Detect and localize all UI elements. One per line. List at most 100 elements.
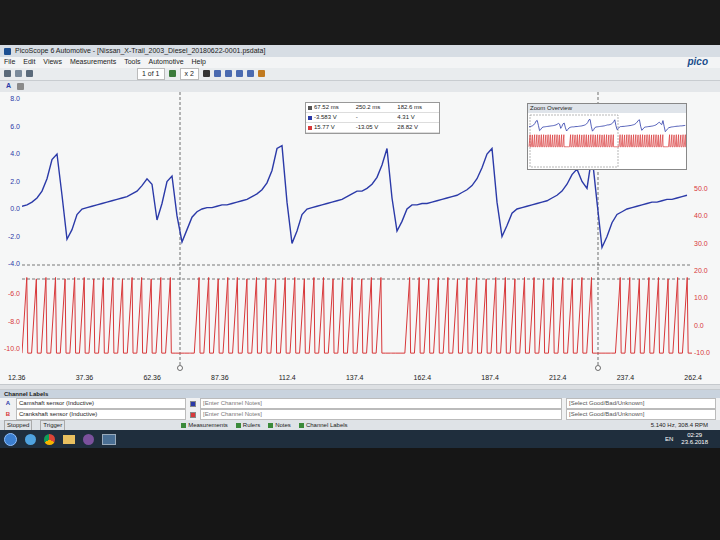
axis-label: -6.0 (8, 290, 20, 298)
ruler-cell: 182.6 ms (397, 103, 437, 112)
menu-item[interactable]: Automotive (149, 57, 184, 68)
start-button-icon[interactable] (4, 433, 17, 446)
status-tab[interactable]: Measurements (181, 421, 228, 430)
ruler-cell: 15.77 V (314, 123, 354, 132)
clock[interactable]: 02:2923.6.2018 (681, 432, 708, 446)
menu-item[interactable]: Measurements (70, 57, 116, 68)
ruler-cell: 250.2 ms (356, 103, 396, 112)
menu-item[interactable]: Tools (124, 57, 140, 68)
ruler-row: 67.52 ms250.2 ms182.6 ms (306, 103, 439, 113)
monitor-bezel-top (0, 0, 720, 45)
toolbar-icon[interactable] (203, 70, 210, 77)
menu-item[interactable]: Views (43, 57, 62, 68)
axis-label: -2.0 (8, 233, 20, 241)
channel-color-swatch[interactable] (190, 412, 196, 418)
photo-frame: PicoScope 6 Automotive - [Nissan_X-Trail… (0, 0, 720, 540)
status-tab[interactable]: Channel Labels (299, 421, 348, 430)
zoom-overview-chart (528, 113, 686, 169)
clock-time: 02:29 (687, 432, 702, 439)
tab-check-icon (299, 423, 304, 428)
zoom-field[interactable]: x 2 (180, 68, 199, 81)
channel-notes-field[interactable]: [Enter Channel Notes] (200, 409, 562, 420)
ruler-readout[interactable]: 67.52 ms250.2 ms182.6 ms-3.583 V-4.31 V1… (305, 102, 440, 134)
tab-check-icon (236, 423, 241, 428)
ruler-color-marker (308, 126, 312, 130)
time-label: 112.4 (279, 373, 296, 384)
toolbar-icon[interactable] (26, 70, 33, 77)
right-axis: 50.040.030.020.010.00.0-10.0 (692, 92, 720, 372)
channel-label-row: B Crankshaft sensor (Inductive) [Enter Cha… (0, 409, 720, 420)
channel-rating-select[interactable]: [Select Good/Bad/Unknown] (566, 409, 716, 420)
channel-button[interactable]: A (4, 81, 13, 92)
zoom-overview[interactable]: Zoom Overview (527, 103, 687, 170)
window-title: PicoScope 6 Automotive - [Nissan_X-Trail… (15, 46, 265, 57)
clock-date: 23.6.2018 (681, 439, 708, 446)
language-indicator[interactable]: EN (665, 435, 673, 444)
axis-label: 2.0 (10, 178, 20, 186)
run-state[interactable]: Stopped (4, 420, 32, 431)
channel-name-field[interactable]: Crankshaft sensor (Inductive) (16, 409, 186, 420)
time-label: 62.36 (143, 373, 161, 384)
menu-item[interactable]: File (4, 57, 15, 68)
channel-toolbar: A (0, 81, 720, 92)
time-label: 87.36 (211, 373, 229, 384)
channel-notes-field[interactable]: [Enter Channel Notes] (200, 398, 562, 409)
status-bar: Stopped Trigger Measurements Rulers Notes Cha… (0, 420, 720, 430)
channel-label-row: A Camshaft sensor (Inductive) [Enter Chann… (0, 398, 720, 409)
folder-icon[interactable] (63, 435, 75, 444)
axis-label: 10.0 (694, 294, 708, 302)
status-tab[interactable]: Notes (268, 421, 291, 430)
time-label: 12.36 (8, 373, 26, 384)
axis-label: -8.0 (8, 318, 20, 326)
plot-area[interactable]: 67.52 ms250.2 ms182.6 ms-3.583 V-4.31 V1… (22, 92, 692, 372)
toolbar-icon[interactable] (17, 83, 24, 90)
axis-label: 8.0 (10, 95, 20, 103)
pico-logo: pico (687, 57, 708, 67)
axis-label: 20.0 (694, 267, 708, 275)
channel-rating-select[interactable]: [Select Good/Bad/Unknown] (566, 398, 716, 409)
toolbar-icon[interactable] (4, 70, 11, 77)
toolbar-icon[interactable] (225, 70, 232, 77)
ruler-cell: - (356, 113, 396, 122)
channel-color-swatch[interactable] (190, 401, 196, 407)
time-label: 187.4 (481, 373, 499, 384)
channel-badge: B (4, 410, 12, 419)
channel-name-field[interactable]: Camshaft sensor (Inductive) (16, 398, 186, 409)
viber-icon[interactable] (83, 434, 94, 445)
page-counter[interactable]: 1 of 1 (137, 68, 165, 81)
toolbar-icon[interactable] (258, 70, 265, 77)
axis-label: 40.0 (694, 212, 708, 220)
screen: PicoScope 6 Automotive - [Nissan_X-Trail… (0, 45, 720, 448)
zoom-overview-title: Zoom Overview (528, 104, 686, 113)
toolbar-icon[interactable] (214, 70, 221, 77)
tab-check-icon (268, 423, 273, 428)
trigger-button[interactable]: Trigger (40, 420, 65, 431)
toolbar: 1 of 1 x 2 (0, 68, 720, 82)
channel-labels-panel: Channel LabelsACamshaft sensor (Inductiv… (0, 390, 720, 420)
picoscope-icon[interactable] (102, 434, 116, 445)
ruler-color-marker (308, 116, 312, 120)
ie-icon[interactable] (25, 434, 36, 445)
time-label: 212.4 (549, 373, 567, 384)
toolbar-icon[interactable] (169, 70, 176, 77)
ruler-cell: 4.31 V (397, 113, 437, 122)
app-icon (4, 48, 11, 55)
toolbar-icon[interactable] (15, 70, 22, 77)
time-label: 262.4 (684, 373, 702, 384)
left-axis: 8.06.04.02.00.0-2.0-4.0-6.0-8.0-10.0 (0, 92, 22, 372)
menu-item[interactable]: Edit (23, 57, 35, 68)
toolbar-icon[interactable] (236, 70, 243, 77)
channel-badge: A (4, 399, 12, 408)
ruler-color-marker (308, 106, 312, 110)
chrome-icon[interactable] (44, 434, 55, 445)
status-tab[interactable]: Rulers (236, 421, 260, 430)
ruler-row: 15.77 V-13.05 V28.82 V (306, 123, 439, 133)
axis-label: 0.0 (10, 205, 20, 213)
axis-label: 6.0 (10, 123, 20, 131)
axis-label: 4.0 (10, 150, 20, 158)
ruler-row: -3.583 V-4.31 V (306, 113, 439, 123)
menu-item[interactable]: Help (192, 57, 206, 68)
tab-check-icon (181, 423, 186, 428)
time-label: 37.36 (76, 373, 94, 384)
toolbar-icon[interactable] (247, 70, 254, 77)
